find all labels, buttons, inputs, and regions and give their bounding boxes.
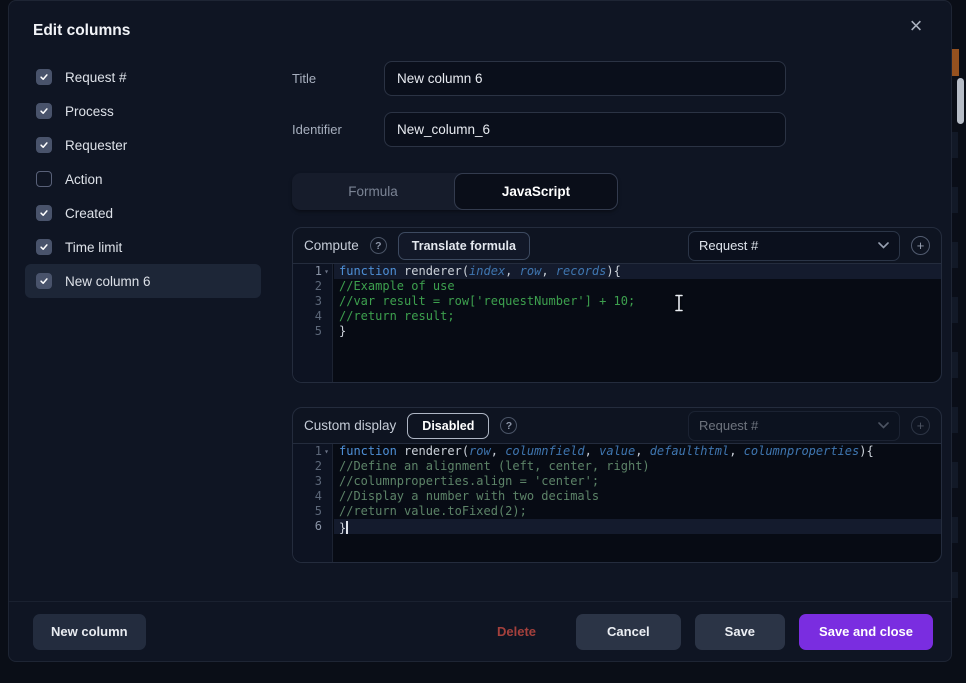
new-column-button[interactable]: New column — [33, 614, 146, 650]
line-number: 5 — [293, 504, 333, 519]
line-number: 3 — [293, 474, 333, 489]
line-number: 4 — [293, 489, 333, 504]
compute-column-dropdown[interactable]: Request # — [688, 231, 900, 261]
save-and-close-button[interactable]: Save and close — [799, 614, 933, 650]
code-line[interactable]: 5} — [293, 324, 941, 339]
compute-label: Compute — [304, 238, 359, 253]
sidebar-item-label: Request # — [65, 70, 127, 85]
delete-button[interactable]: Delete — [491, 614, 542, 650]
compute-code-editor[interactable]: 1▾function renderer(index, row, records)… — [293, 263, 941, 382]
checkbox[interactable] — [36, 69, 52, 85]
compute-header: Compute ? Translate formula Request # + — [293, 228, 941, 263]
sidebar-item-label: New column 6 — [65, 274, 151, 289]
identifier-label: Identifier — [292, 122, 342, 137]
custom-display-header: Custom display Disabled ? Request # + — [293, 408, 941, 443]
custom-display-column-dropdown[interactable]: Request # — [688, 411, 900, 441]
disabled-toggle-button[interactable]: Disabled — [407, 413, 489, 439]
cancel-button[interactable]: Cancel — [576, 614, 681, 650]
tab-javascript[interactable]: JavaScript — [454, 173, 618, 210]
tab-formula[interactable]: Formula — [292, 173, 454, 210]
save-button[interactable]: Save — [695, 614, 785, 650]
code-line[interactable]: 2//Define an alignment (left, center, ri… — [293, 459, 941, 474]
sidebar-column-list: Request # Process Requester Action Created Ti… — [25, 60, 261, 298]
custom-display-label: Custom display — [304, 418, 396, 433]
scrollbar-thumb[interactable] — [957, 78, 964, 124]
close-icon[interactable]: × — [903, 14, 929, 40]
sidebar-item[interactable]: Action — [25, 162, 261, 196]
line-number: 4 — [293, 309, 333, 324]
dialog-title: Edit columns — [33, 22, 130, 40]
checkbox[interactable] — [36, 137, 52, 153]
code-line[interactable]: 1▾function renderer(row, columnfield, va… — [293, 444, 941, 459]
formula-javascript-tabs: Formula JavaScript — [292, 173, 618, 210]
text-caret — [346, 521, 348, 534]
translate-formula-button[interactable]: Translate formula — [398, 232, 530, 260]
code-line[interactable]: 4//Display a number with two decimals — [293, 489, 941, 504]
sidebar-item[interactable]: Requester — [25, 128, 261, 162]
code-line[interactable]: 3//columnproperties.align = 'center'; — [293, 474, 941, 489]
line-number: 6 — [293, 519, 333, 534]
code-line[interactable]: 6} — [293, 519, 941, 534]
compute-section: Compute ? Translate formula Request # + … — [292, 227, 942, 383]
help-icon[interactable]: ? — [500, 417, 517, 434]
checkbox[interactable] — [36, 103, 52, 119]
chevron-down-icon — [878, 242, 889, 249]
code-line[interactable]: 4//return result; — [293, 309, 941, 324]
sidebar-item[interactable]: Process — [25, 94, 261, 128]
line-number: 1▾ — [293, 444, 333, 459]
sidebar-item[interactable]: New column 6 — [25, 264, 261, 298]
add-icon[interactable]: + — [911, 416, 930, 435]
checkbox[interactable] — [36, 205, 52, 221]
code-line[interactable]: 3//var result = row['requestNumber'] + 1… — [293, 294, 941, 309]
checkbox[interactable] — [36, 273, 52, 289]
line-number: 3 — [293, 294, 333, 309]
sidebar-item[interactable]: Request # — [25, 60, 261, 94]
checkbox[interactable] — [36, 239, 52, 255]
title-input[interactable] — [384, 61, 786, 96]
code-line[interactable]: 2//Example of use — [293, 279, 941, 294]
identifier-input[interactable] — [384, 112, 786, 147]
checkbox[interactable] — [36, 171, 52, 187]
dropdown-value: Request # — [699, 418, 758, 433]
sidebar-item-label: Action — [65, 172, 103, 187]
sidebar-item[interactable]: Time limit — [25, 230, 261, 264]
line-number: 2 — [293, 459, 333, 474]
chevron-down-icon — [878, 422, 889, 429]
fold-caret-icon: ▾ — [322, 264, 331, 279]
custom-display-code-editor[interactable]: 1▾function renderer(row, columnfield, va… — [293, 443, 941, 562]
title-label: Title — [292, 71, 316, 86]
dialog-footer: New column Delete Cancel Save Save and c… — [9, 601, 951, 661]
dropdown-value: Request # — [699, 238, 758, 253]
sidebar-item-label: Time limit — [65, 240, 122, 255]
custom-display-section: Custom display Disabled ? Request # + 1▾… — [292, 407, 942, 563]
edit-columns-dialog: Edit columns × Request # Process Requester… — [8, 0, 952, 662]
line-number: 2 — [293, 279, 333, 294]
sidebar-item-label: Created — [65, 206, 113, 221]
line-number: 1▾ — [293, 264, 333, 279]
code-line[interactable]: 1▾function renderer(index, row, records)… — [293, 264, 941, 279]
background-app-rows-fragment — [951, 132, 958, 602]
sidebar-item-label: Process — [65, 104, 114, 119]
background-app-fragment — [951, 49, 959, 76]
sidebar-item-label: Requester — [65, 138, 127, 153]
add-icon[interactable]: + — [911, 236, 930, 255]
sidebar-item[interactable]: Created — [25, 196, 261, 230]
fold-caret-icon: ▾ — [322, 444, 331, 459]
help-icon[interactable]: ? — [370, 237, 387, 254]
line-number: 5 — [293, 324, 333, 339]
code-line[interactable]: 5//return value.toFixed(2); — [293, 504, 941, 519]
